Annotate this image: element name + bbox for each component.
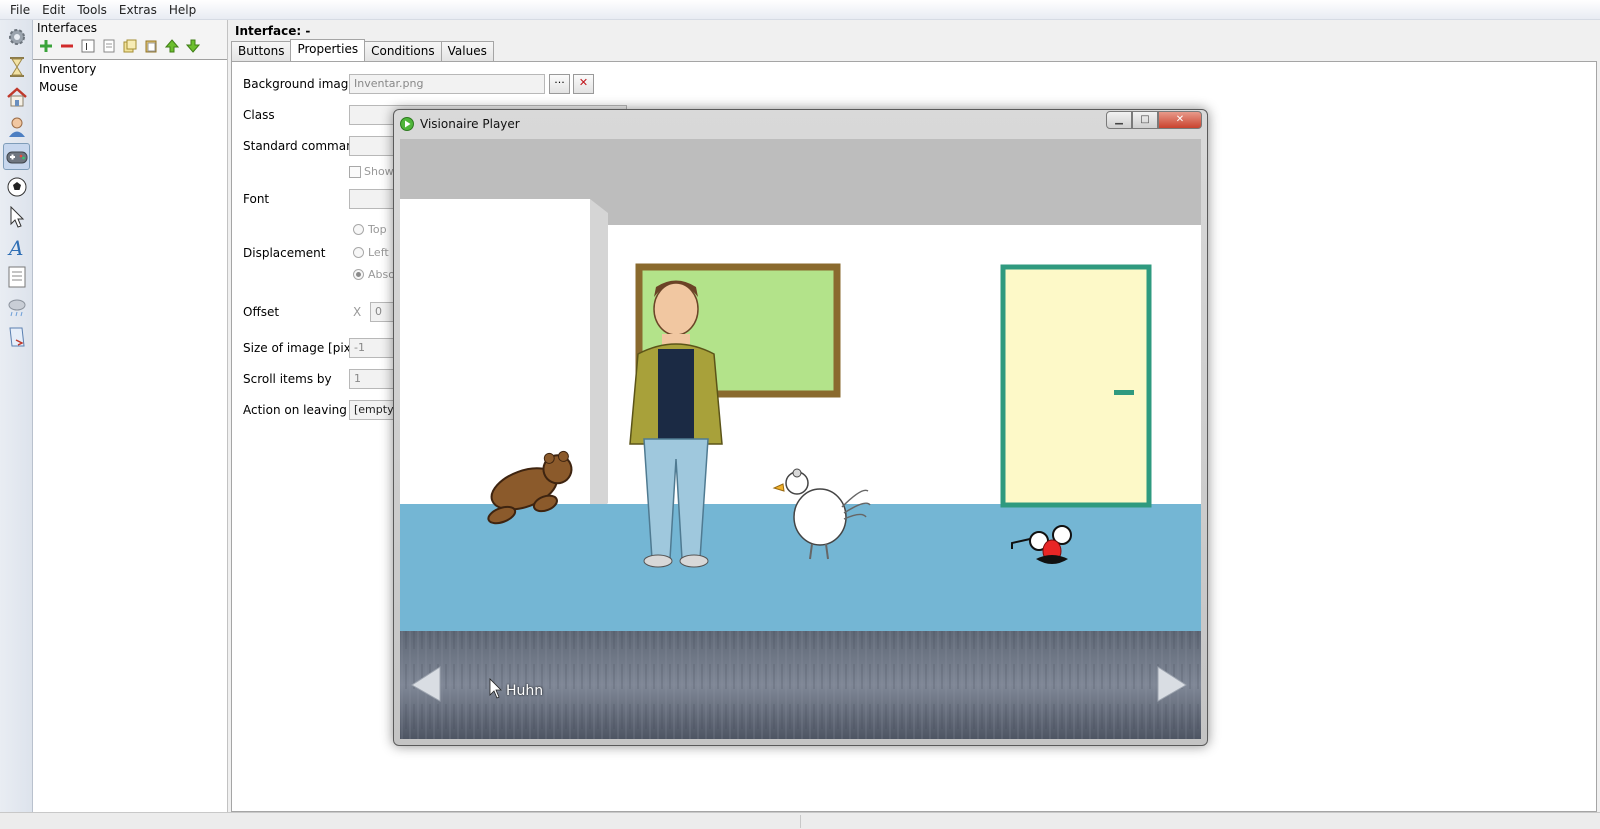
rename-icon[interactable]: I — [79, 38, 96, 55]
gear-icon[interactable] — [3, 23, 30, 50]
browse-button[interactable]: ··· — [549, 74, 570, 94]
menu-edit[interactable]: Edit — [36, 3, 71, 17]
properties-icon[interactable] — [100, 38, 117, 55]
checkbox-box — [349, 165, 361, 178]
interfaces-panel: Interfaces I Inventory Mouse — [33, 20, 228, 812]
interface-title: Interface: - — [235, 24, 311, 38]
cursor-icon[interactable] — [3, 203, 30, 230]
menu-bar: File Edit Tools Extras Help — [0, 0, 1600, 20]
move-up-icon[interactable] — [163, 38, 180, 55]
ball-icon[interactable] — [3, 173, 30, 200]
menu-extras[interactable]: Extras — [113, 3, 163, 17]
displacement-top-radio[interactable]: Top — [353, 223, 387, 236]
door — [1000, 264, 1152, 508]
scene-canvas — [400, 139, 1201, 739]
offset-label: Offset — [243, 305, 280, 319]
scroll-items-label: Scroll items by — [243, 372, 332, 386]
character-icon[interactable] — [3, 113, 30, 140]
radio-button — [353, 224, 364, 235]
displacement-left-label: Left — [368, 246, 389, 259]
displacement-label: Displacement — [243, 246, 326, 260]
play-icon — [400, 117, 414, 131]
tab-buttons[interactable]: Buttons — [231, 41, 292, 61]
clear-image-button[interactable]: ✕ — [573, 74, 594, 94]
game-scene[interactable]: Huhn — [400, 139, 1201, 739]
window-controls: ▁ □ ✕ — [1106, 111, 1202, 129]
close-button[interactable]: ✕ — [1158, 111, 1202, 129]
action-on-leaving-label: Action on leaving — [243, 403, 347, 417]
class-label: Class — [243, 108, 275, 122]
show-checkbox-label: Show — [364, 165, 394, 178]
interfaces-toolbar: I — [37, 36, 201, 56]
add-icon[interactable] — [37, 38, 54, 55]
minimize-button[interactable]: ▁ — [1106, 111, 1132, 129]
background-image-field[interactable]: Inventar.png — [349, 74, 545, 94]
hover-label: Huhn — [506, 683, 544, 699]
list-item[interactable]: Mouse — [33, 78, 227, 96]
paste-icon[interactable] — [142, 38, 159, 55]
wall-corner — [590, 199, 608, 519]
status-bar — [0, 812, 1600, 829]
radio-button — [353, 269, 364, 280]
background-image-label: Background image — [243, 77, 356, 91]
copy-icon[interactable] — [121, 38, 138, 55]
displacement-top-label: Top — [368, 223, 387, 236]
player-window: Visionaire Player ▁ □ ✕ Huhn — [393, 109, 1208, 746]
menu-file[interactable]: File — [4, 3, 36, 17]
displacement-absolute-radio[interactable]: Abso — [353, 268, 395, 281]
category-sidebar: A — [0, 20, 33, 812]
script-icon[interactable] — [3, 323, 30, 350]
player-title: Visionaire Player — [420, 117, 520, 131]
tab-values[interactable]: Values — [440, 41, 494, 61]
menu-tools[interactable]: Tools — [71, 3, 113, 17]
hourglass-icon[interactable] — [3, 53, 30, 80]
weather-icon[interactable] — [3, 293, 30, 320]
show-checkbox[interactable]: Show — [349, 165, 394, 178]
offset-x-label: X — [353, 305, 362, 319]
font-label: Font — [243, 192, 270, 206]
interfaces-list: Inventory Mouse — [33, 59, 227, 812]
status-separator — [800, 815, 801, 828]
maximize-button[interactable]: □ — [1132, 111, 1158, 129]
interface-tabs: Buttons Properties Conditions Values — [231, 39, 494, 61]
size-of-image-label: Size of image [pixel] — [243, 341, 366, 355]
interfaces-header: Interfaces — [37, 21, 97, 35]
displacement-left-radio[interactable]: Left — [353, 246, 389, 259]
standard-command-label: Standard command — [243, 139, 362, 153]
player-titlebar[interactable]: Visionaire Player — [394, 110, 1207, 138]
tab-properties[interactable]: Properties — [290, 39, 366, 61]
radio-button — [353, 247, 364, 258]
home-icon[interactable] — [3, 83, 30, 110]
far-wall-shadow — [590, 211, 1201, 225]
gamepad-icon[interactable] — [3, 143, 30, 170]
text-document-icon[interactable] — [3, 263, 30, 290]
svg-text:A: A — [7, 236, 23, 258]
font-icon[interactable]: A — [3, 233, 30, 260]
move-down-icon[interactable] — [184, 38, 201, 55]
svg-text:I: I — [85, 42, 88, 53]
list-item[interactable]: Inventory — [33, 60, 227, 78]
tab-conditions[interactable]: Conditions — [364, 41, 442, 61]
door-handle — [1114, 390, 1134, 395]
menu-help[interactable]: Help — [163, 3, 202, 17]
remove-icon[interactable] — [58, 38, 75, 55]
displacement-absolute-label: Abso — [368, 268, 395, 281]
